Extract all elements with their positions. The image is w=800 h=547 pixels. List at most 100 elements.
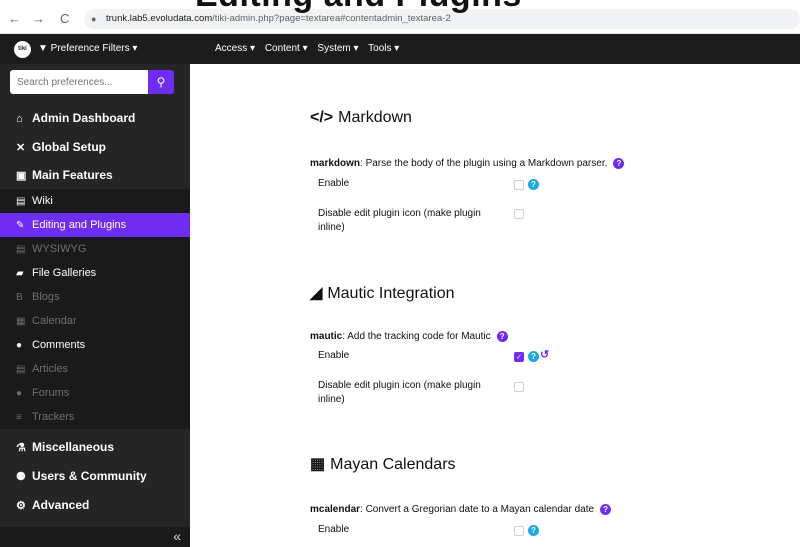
sidebar-item-label: Global Setup	[32, 140, 107, 154]
option-label-enable: Enable	[318, 178, 350, 189]
flask-icon: ⚗	[16, 442, 26, 454]
check-icon: ✓	[516, 354, 522, 361]
sidebar-item-main-features[interactable]: ▣ Main Features	[0, 163, 190, 187]
sidebar-item-miscellaneous[interactable]: ⚗ Miscellaneous	[0, 435, 190, 459]
menu-access[interactable]: Access ▾	[215, 43, 255, 54]
sidebar-subitem-file-galleries[interactable]: ▰ File Galleries	[0, 261, 190, 285]
sidebar-subitem-label: Editing and Plugins	[32, 219, 127, 231]
sidebar-item-label: Main Features	[32, 168, 113, 182]
search-input[interactable]	[10, 70, 148, 94]
sidebar-subitem-label: Wiki	[32, 195, 53, 207]
pref-desc-text: : Parse the body of the plugin using a M…	[360, 158, 608, 170]
sidebar-subitem-editing-and-plugins[interactable]: ✎ Editing and Plugins	[0, 213, 190, 237]
pref-description-mautic: mautic: Add the tracking code for Mautic…	[310, 331, 508, 342]
info-icon[interactable]: ?	[528, 179, 539, 190]
briefcase-icon: ▣	[16, 170, 27, 182]
calendar-icon: ▦	[310, 456, 326, 473]
newspaper-icon: ▤	[16, 364, 26, 375]
sidebar-subitem-label: Forums	[32, 387, 70, 399]
info-icon[interactable]: ?	[528, 351, 539, 362]
pref-key: mautic	[310, 331, 343, 343]
preference-filters-button[interactable]: ▼ Preference Filters ▾	[38, 43, 137, 54]
edit-icon: ✎	[16, 220, 25, 231]
sidebar-item-global-setup[interactable]: ✕ Global Setup	[0, 135, 190, 159]
comment-icon: ●	[16, 340, 23, 351]
admin-sidebar: ⚲ ⌂ Admin Dashboard ✕ Global Setup ▣ Main F…	[0, 64, 190, 547]
menu-content[interactable]: Content ▾	[265, 43, 308, 54]
reload-icon[interactable]: C	[60, 11, 69, 26]
file-icon: ▤	[16, 244, 26, 255]
sidebar-subitem-label: WYSIWYG	[32, 243, 87, 255]
mcalendar-enable-checkbox[interactable]	[514, 526, 524, 536]
top-navbar: tiki ▼ Preference Filters ▾ Access ▾ Con…	[0, 34, 800, 64]
menu-system[interactable]: System ▾	[317, 43, 358, 54]
option-label-enable: Enable	[318, 350, 350, 361]
pref-description-mcalendar: mcalendar: Convert a Gregorian date to a…	[310, 504, 612, 516]
sidebar-subitem-trackers[interactable]: ≡ Trackers	[0, 405, 190, 429]
section-title-markdown: </> Markdown	[310, 109, 412, 127]
bold-icon: B	[16, 292, 23, 303]
menu-tools[interactable]: Tools ▾	[368, 43, 399, 54]
sidebar-subitem-articles[interactable]: ▤ Articles	[0, 357, 190, 381]
forward-icon[interactable]: →	[32, 11, 45, 26]
sidebar-item-admin-dashboard[interactable]: ⌂ Admin Dashboard	[0, 106, 190, 130]
pref-desc-text: : Convert a Gregorian date to a Mayan ca…	[360, 504, 595, 516]
search-preferences: ⚲	[10, 70, 174, 94]
users-icon: ⚉	[16, 471, 26, 483]
folder-icon: ▰	[16, 268, 24, 279]
sidebar-item-users-community[interactable]: ⚉ Users & Community	[0, 464, 190, 488]
sidebar-subitem-label: Articles	[32, 363, 69, 375]
option-label-enable: Enable	[318, 524, 350, 535]
sidebar-subitem-label: Comments	[32, 339, 86, 351]
option-label-disable-edit-icon: Disable edit plugin icon (make plugin in…	[318, 380, 481, 405]
sidebar-item-label: Admin Dashboard	[32, 111, 136, 125]
reset-icon[interactable]: ↺	[540, 348, 549, 361]
pref-key: mcalendar	[310, 504, 361, 516]
mautic-enable-checkbox[interactable]: ✓	[514, 352, 524, 362]
sidebar-subitem-label: Blogs	[32, 291, 60, 303]
tiki-logo-icon[interactable]: tiki	[14, 41, 31, 58]
sidebar-subitem-label: Calendar	[32, 315, 77, 327]
sidebar-subitem-label: Trackers	[32, 411, 75, 423]
page-title-overlay: Editing and Plugins	[195, 0, 522, 15]
help-icon[interactable]: ?	[613, 158, 625, 169]
info-icon[interactable]: ?	[528, 525, 539, 536]
sidebar-subitem-calendar[interactable]: ▦ Calendar	[0, 309, 190, 333]
sidebar-footer: «	[0, 527, 190, 547]
lock-icon: ●	[91, 14, 97, 24]
sidebar-item-label: Miscellaneous	[32, 440, 115, 454]
chart-area-icon: ◢	[310, 285, 323, 302]
calendar-icon: ▦	[16, 316, 26, 327]
help-icon[interactable]: ?	[600, 504, 612, 515]
pref-desc-text: : Add the tracking code for Mautic	[342, 331, 491, 343]
pref-description-markdown: markdown: Parse the body of the plugin u…	[310, 158, 625, 170]
collapse-sidebar-icon[interactable]: «	[173, 528, 181, 544]
sidebar-subitem-forums[interactable]: ● Forums	[0, 381, 190, 405]
mautic-disable-edit-checkbox[interactable]	[514, 382, 524, 392]
option-label-disable-edit-icon: Disable edit plugin icon (make plugin in…	[318, 208, 481, 233]
sidebar-item-label: Advanced	[32, 498, 90, 512]
cogs-icon: ⚙	[16, 500, 26, 512]
markdown-enable-checkbox[interactable]	[514, 180, 524, 190]
pref-key: markdown	[310, 158, 361, 170]
tools-icon: ✕	[16, 142, 26, 154]
section-title-text: Mautic Integration	[327, 285, 455, 302]
search-button[interactable]: ⚲	[148, 70, 174, 94]
markdown-disable-edit-checkbox[interactable]	[514, 209, 524, 219]
back-icon[interactable]: ←	[8, 11, 21, 26]
section-title-text: Markdown	[338, 109, 412, 126]
comments-icon: ●	[16, 388, 23, 399]
database-icon: ≡	[16, 412, 22, 423]
section-title-mayan-calendars: ▦ Mayan Calendars	[310, 454, 456, 474]
sidebar-subitem-label: File Galleries	[32, 267, 97, 279]
sidebar-item-label: Users & Community	[32, 469, 147, 483]
section-title-text: Mayan Calendars	[330, 456, 456, 473]
sidebar-subitem-blogs[interactable]: B Blogs	[0, 285, 190, 309]
help-icon[interactable]: ?	[496, 331, 508, 342]
file-icon: ▤	[16, 196, 26, 207]
sidebar-subitem-comments[interactable]: ● Comments	[0, 333, 190, 357]
sidebar-item-advanced[interactable]: ⚙ Advanced	[0, 493, 190, 517]
sidebar-subitem-wysiwyg[interactable]: ▤ WYSIWYG	[0, 237, 190, 261]
sidebar-subitem-wiki[interactable]: ▤ Wiki	[0, 189, 190, 213]
code-icon: </>	[310, 109, 334, 126]
